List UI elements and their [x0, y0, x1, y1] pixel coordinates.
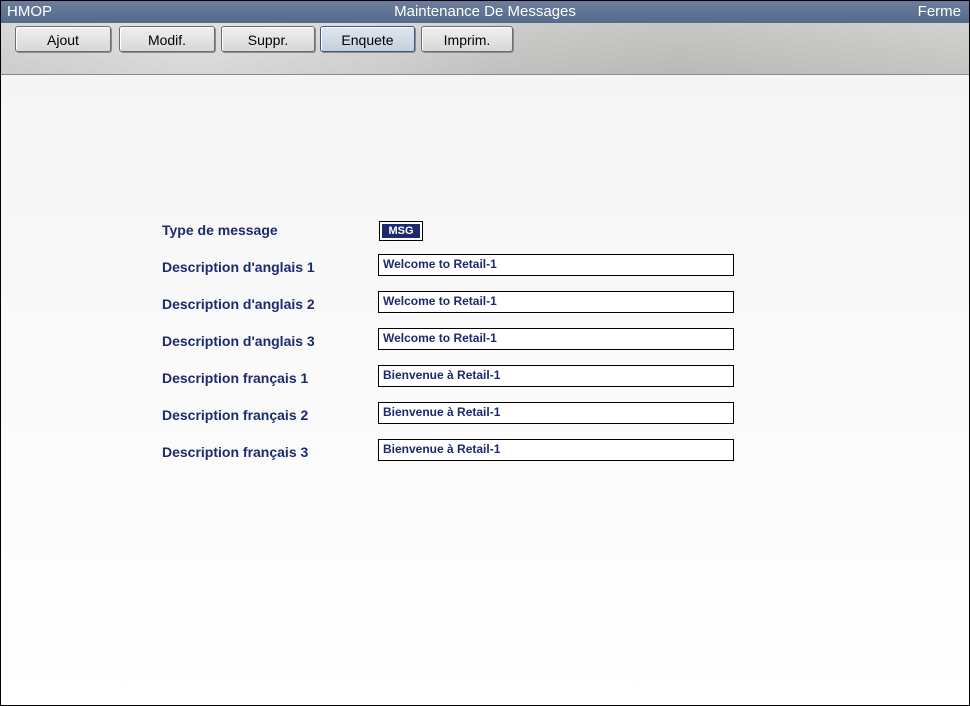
french-desc-2-field[interactable]: Bienvenue à Retail-1	[378, 402, 734, 424]
modify-button[interactable]: Modif.	[119, 26, 215, 52]
english-desc-3-field[interactable]: Welcome to Retail-1	[378, 328, 734, 350]
inquiry-button[interactable]: Enquete	[320, 26, 415, 52]
form-panel: Type de message MSG Description d'anglai…	[1, 75, 969, 705]
window-title: Maintenance De Messages	[394, 3, 576, 20]
message-type-label: Type de message	[162, 222, 278, 238]
english-desc-2-field[interactable]: Welcome to Retail-1	[378, 291, 734, 313]
title-bar: HMOP Maintenance De Messages Ferme	[1, 1, 969, 23]
french-desc-2-label: Description français 2	[162, 407, 309, 423]
message-type-value: MSG	[382, 224, 420, 238]
app-window: HMOP Maintenance De Messages Ferme Ajout…	[0, 0, 970, 706]
message-type-field[interactable]: MSG	[379, 221, 423, 241]
add-button[interactable]: Ajout	[15, 26, 111, 52]
toolbar: Ajout Modif. Suppr. Enquete Imprim.	[1, 23, 969, 75]
delete-button[interactable]: Suppr.	[221, 26, 315, 52]
french-desc-1-label: Description français 1	[162, 370, 309, 386]
english-desc-1-label: Description d'anglais 1	[162, 259, 315, 275]
close-button[interactable]: Ferme	[918, 1, 961, 23]
english-desc-1-field[interactable]: Welcome to Retail-1	[378, 254, 734, 276]
english-desc-2-label: Description d'anglais 2	[162, 296, 315, 312]
print-button[interactable]: Imprim.	[421, 26, 513, 52]
french-desc-1-field[interactable]: Bienvenue à Retail-1	[378, 365, 734, 387]
english-desc-3-label: Description d'anglais 3	[162, 333, 315, 349]
french-desc-3-label: Description français 3	[162, 444, 309, 460]
french-desc-3-field[interactable]: Bienvenue à Retail-1	[378, 439, 734, 461]
